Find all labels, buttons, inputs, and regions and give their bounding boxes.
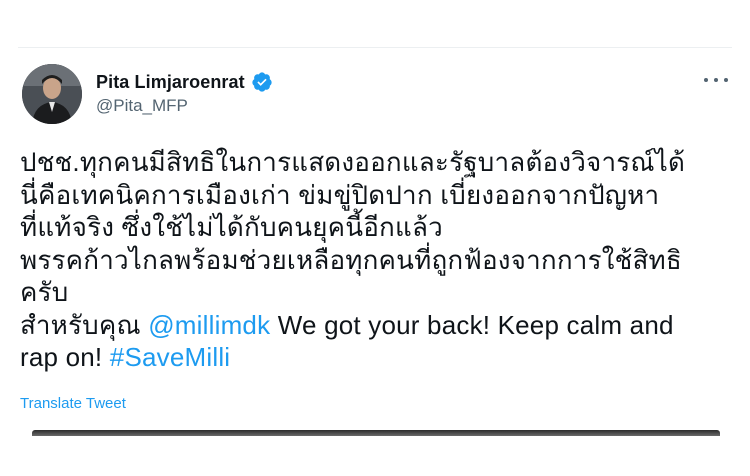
tweet-line-7-prefix: rap on! — [20, 342, 110, 372]
screenshot-frame: Pita Limjaroenrat @Pita_MFP ปชช.ทุกคนมีส… — [0, 0, 750, 476]
avatar-photo — [22, 64, 82, 124]
author-name-row: Pita Limjaroenrat — [96, 71, 273, 93]
tweet-line-7: rap on! #SaveMilli — [20, 341, 732, 374]
tweet-card: Pita Limjaroenrat @Pita_MFP ปชช.ทุกคนมีส… — [18, 47, 732, 476]
tweet-line-3: ที่แท้จริง ซึ่งใช้ไม่ได้กับคนยุคนี้อีกแล… — [20, 212, 443, 242]
tweet-line-1: ปชช.ทุกคนมีสิทธิในการแสดงออกและรัฐบาลต้อ… — [20, 147, 686, 177]
tweet-line-4: พรรคก้าวไกลพร้อมช่วยเหลือทุกคนที่ถูกฟ้อง… — [20, 244, 682, 275]
tweet-line-6-prefix: สำหรับคุณ — [20, 309, 149, 340]
tweet-line-5: ครับ — [20, 277, 69, 307]
author-handle[interactable]: @Pita_MFP — [96, 96, 188, 116]
media-preview-edge[interactable] — [32, 430, 720, 436]
tweet-line-6: สำหรับคุณ @millimdk We got your back! Ke… — [20, 309, 732, 342]
avatar[interactable] — [22, 64, 82, 124]
tweet-line-2: นี่คือเทคนิคการเมืองเก่า ข่มขู่ปิดปาก เบ… — [20, 179, 660, 210]
more-options-icon[interactable] — [704, 72, 728, 88]
hashtag-link[interactable]: #SaveMilli — [110, 342, 231, 372]
tweet-line-6-suffix: We got your back! Keep calm and — [270, 309, 674, 340]
tweet-body: ปชช.ทุกคนมีสิทธิในการแสดงออกและรัฐบาลต้อ… — [20, 146, 732, 374]
mention-link[interactable]: @millimdk — [148, 310, 270, 340]
author-display-name[interactable]: Pita Limjaroenrat — [96, 72, 245, 93]
verified-badge-icon — [251, 71, 273, 93]
translate-tweet-link[interactable]: Translate Tweet — [20, 395, 126, 412]
